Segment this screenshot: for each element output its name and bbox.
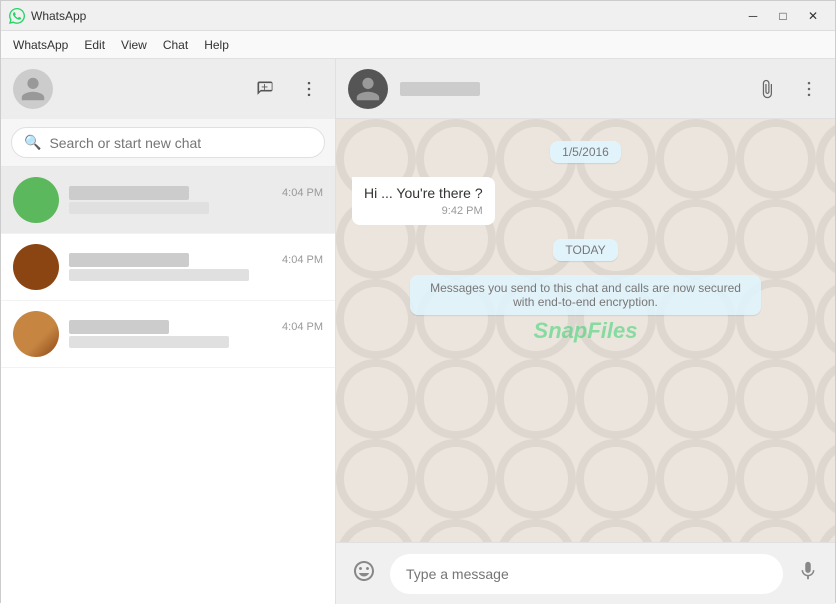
chat-info-3: 4:04 PM: [69, 320, 323, 348]
user-avatar-icon: [19, 75, 47, 103]
system-message: Messages you send to this chat and calls…: [410, 275, 760, 315]
chat-avatar-1: [13, 177, 59, 223]
window-controls: ─ □ ✕: [739, 6, 827, 26]
chat-header: [336, 59, 835, 119]
minimize-button[interactable]: ─: [739, 6, 767, 26]
menu-whatsapp[interactable]: WhatsApp: [5, 35, 76, 55]
chat-list: 4:04 PM 4:04 PM: [1, 167, 335, 604]
app-icon: [9, 8, 25, 24]
chat-more-options-button[interactable]: [795, 75, 823, 103]
chat-item[interactable]: 4:04 PM: [1, 234, 335, 301]
chat-header-name: [400, 82, 480, 96]
chat-avatar-2: [13, 244, 59, 290]
chat-time-1: 4:04 PM: [282, 187, 323, 199]
chat-info-2: 4:04 PM: [69, 253, 323, 281]
window-title: WhatsApp: [31, 9, 86, 23]
more-options-icon: [299, 79, 319, 99]
chat-header-actions: [753, 75, 823, 103]
left-header: [1, 59, 335, 119]
chat-name-3: [69, 320, 169, 334]
chat-messages: SnapFiles 1/5/2016 Hi ... You're there ?…: [336, 119, 835, 542]
new-chat-button[interactable]: [251, 75, 279, 103]
chat-header-left: [348, 69, 480, 109]
chat-name-2: [69, 253, 189, 267]
message-text-1: Hi ... You're there ?: [364, 185, 483, 201]
chat-name-row-2: 4:04 PM: [69, 253, 323, 267]
chat-item[interactable]: 4:04 PM: [1, 301, 335, 368]
menu-edit[interactable]: Edit: [76, 35, 113, 55]
date-badge-today: TODAY: [553, 239, 617, 261]
message-bubble-received: Hi ... You're there ? 9:42 PM: [352, 177, 495, 225]
chat-name-row-1: 4:04 PM: [69, 186, 323, 200]
search-input[interactable]: [49, 135, 312, 151]
menu-chat[interactable]: Chat: [155, 35, 196, 55]
message-input[interactable]: [390, 554, 783, 594]
app-body: 🔍 4:04 PM: [1, 59, 835, 604]
chat-name-1: [69, 186, 189, 200]
close-button[interactable]: ✕: [799, 6, 827, 26]
chat-preview-2: [69, 269, 249, 281]
chat-preview-1: [69, 202, 209, 214]
maximize-button[interactable]: □: [769, 6, 797, 26]
chat-header-info: [400, 82, 480, 96]
more-options-button[interactable]: [295, 75, 323, 103]
date-badge-1: 1/5/2016: [550, 141, 621, 163]
left-panel: 🔍 4:04 PM: [1, 59, 336, 604]
mic-button[interactable]: [793, 556, 823, 592]
chat-name-row-3: 4:04 PM: [69, 320, 323, 334]
new-chat-icon: [255, 79, 275, 99]
chat-input-bar: [336, 542, 835, 604]
attach-icon: [757, 79, 777, 99]
chat-info-1: 4:04 PM: [69, 186, 323, 214]
chat-avatar-3: [13, 311, 59, 357]
right-panel: SnapFiles 1/5/2016 Hi ... You're there ?…: [336, 59, 835, 604]
message-time-1: 9:42 PM: [364, 205, 483, 217]
watermark: SnapFiles: [534, 318, 638, 344]
search-icon: 🔍: [24, 134, 41, 151]
menu-view[interactable]: View: [113, 35, 155, 55]
active-chat-avatar: [348, 69, 388, 109]
active-chat-avatar-icon: [354, 75, 382, 103]
search-bar: 🔍: [1, 119, 335, 167]
chat-more-options-icon: [799, 79, 819, 99]
search-input-wrap: 🔍: [11, 127, 325, 158]
emoji-button[interactable]: [348, 555, 380, 593]
chat-time-3: 4:04 PM: [282, 321, 323, 333]
chat-item[interactable]: 4:04 PM: [1, 167, 335, 234]
emoji-icon: [352, 559, 376, 583]
left-header-actions: [251, 75, 323, 103]
title-bar-left: WhatsApp: [9, 8, 86, 24]
chat-preview-3: [69, 336, 229, 348]
chat-time-2: 4:04 PM: [282, 254, 323, 266]
menu-help[interactable]: Help: [196, 35, 237, 55]
menu-bar: WhatsApp Edit View Chat Help: [1, 31, 835, 59]
title-bar: WhatsApp ─ □ ✕: [1, 1, 835, 31]
mic-icon: [797, 560, 819, 582]
user-avatar[interactable]: [13, 69, 53, 109]
attach-button[interactable]: [753, 75, 781, 103]
